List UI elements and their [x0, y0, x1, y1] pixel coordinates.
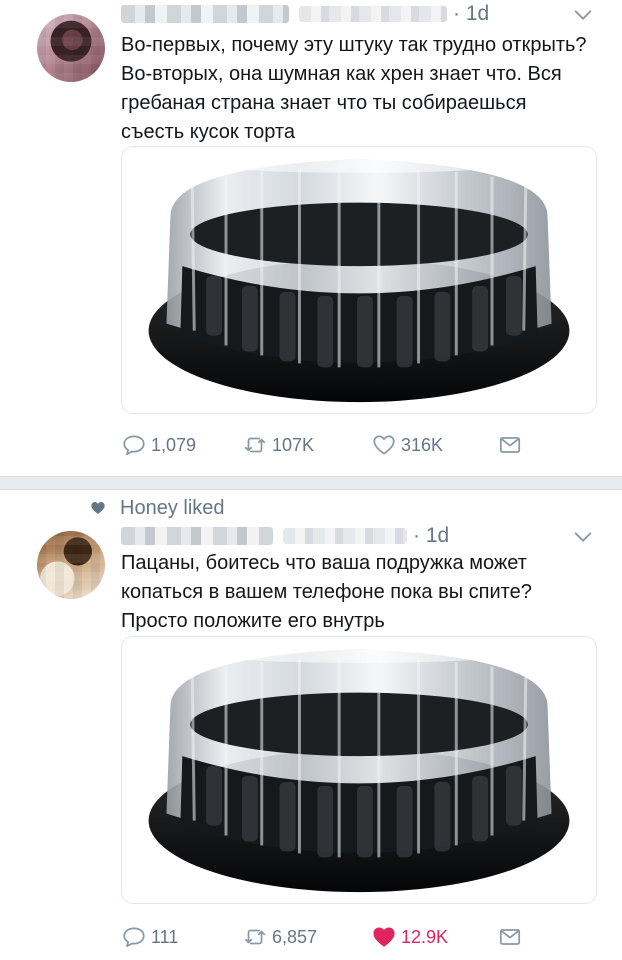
cake-container-image — [148, 646, 570, 893]
tweet-text: Во-первых, почему эту штуку так трудно о… — [121, 34, 587, 143]
chevron-down-icon[interactable] — [572, 4, 594, 26]
reply-icon — [123, 927, 145, 948]
liked-by-text: Honey liked — [120, 496, 225, 519]
heart-icon — [373, 927, 395, 947]
heart-icon — [91, 502, 105, 514]
blurred-display-name[interactable] — [121, 527, 273, 545]
retweet-icon — [244, 437, 266, 453]
tweet-header: · 1d — [121, 522, 449, 550]
chevron-down-icon[interactable] — [572, 526, 594, 548]
timestamp[interactable]: · 1d — [413, 524, 449, 548]
direct-message-icon — [499, 437, 521, 453]
tweet-image[interactable] — [121, 636, 597, 904]
timestamp[interactable]: · 1d — [453, 2, 489, 26]
heart-icon — [373, 435, 395, 455]
reply-button[interactable]: 1,079 — [121, 430, 196, 460]
tweet-separator — [0, 476, 622, 490]
retweet-count: 107K — [272, 434, 315, 455]
tweet-text: Пацаны, боитесь что ваша подружка может … — [121, 552, 532, 632]
like-button[interactable]: 12.9K — [371, 922, 448, 952]
retweet-icon — [244, 929, 266, 945]
social-context[interactable]: Honey liked — [90, 496, 225, 520]
avatar[interactable] — [37, 531, 105, 599]
blurred-username[interactable] — [283, 528, 407, 544]
direct-message-button[interactable] — [497, 430, 527, 460]
retweet-button[interactable]: 107K — [242, 430, 314, 460]
tweet-header: · 1d — [121, 0, 489, 28]
reply-count: 111 — [151, 926, 179, 947]
avatar[interactable] — [37, 14, 105, 82]
like-count: 316K — [401, 434, 444, 455]
blurred-display-name[interactable] — [121, 5, 289, 23]
timeline-feed: · 1d Во-первых, почему эту штуку так тру… — [0, 0, 622, 960]
reply-button[interactable]: 111 — [121, 922, 178, 952]
reply-count: 1,079 — [151, 434, 197, 455]
tweet-actions: 111 6,857 12.9K — [121, 922, 541, 952]
like-count: 12.9K — [401, 926, 449, 947]
reply-icon — [123, 435, 145, 456]
cake-container-image — [148, 156, 570, 403]
blurred-username[interactable] — [299, 6, 447, 22]
like-button[interactable]: 316K — [371, 430, 443, 460]
tweet-actions: 1,079 107K 316K — [121, 430, 541, 460]
retweet-button[interactable]: 6,857 — [242, 922, 317, 952]
retweet-count: 6,857 — [272, 926, 318, 947]
tweet[interactable]: Honey liked · 1d Пацаны, боитесь что ваш… — [0, 490, 622, 960]
tweet-image[interactable] — [121, 146, 597, 414]
direct-message-button[interactable] — [497, 922, 527, 952]
direct-message-icon — [499, 929, 521, 945]
tweet[interactable]: · 1d Во-первых, почему эту штуку так тру… — [0, 0, 622, 476]
